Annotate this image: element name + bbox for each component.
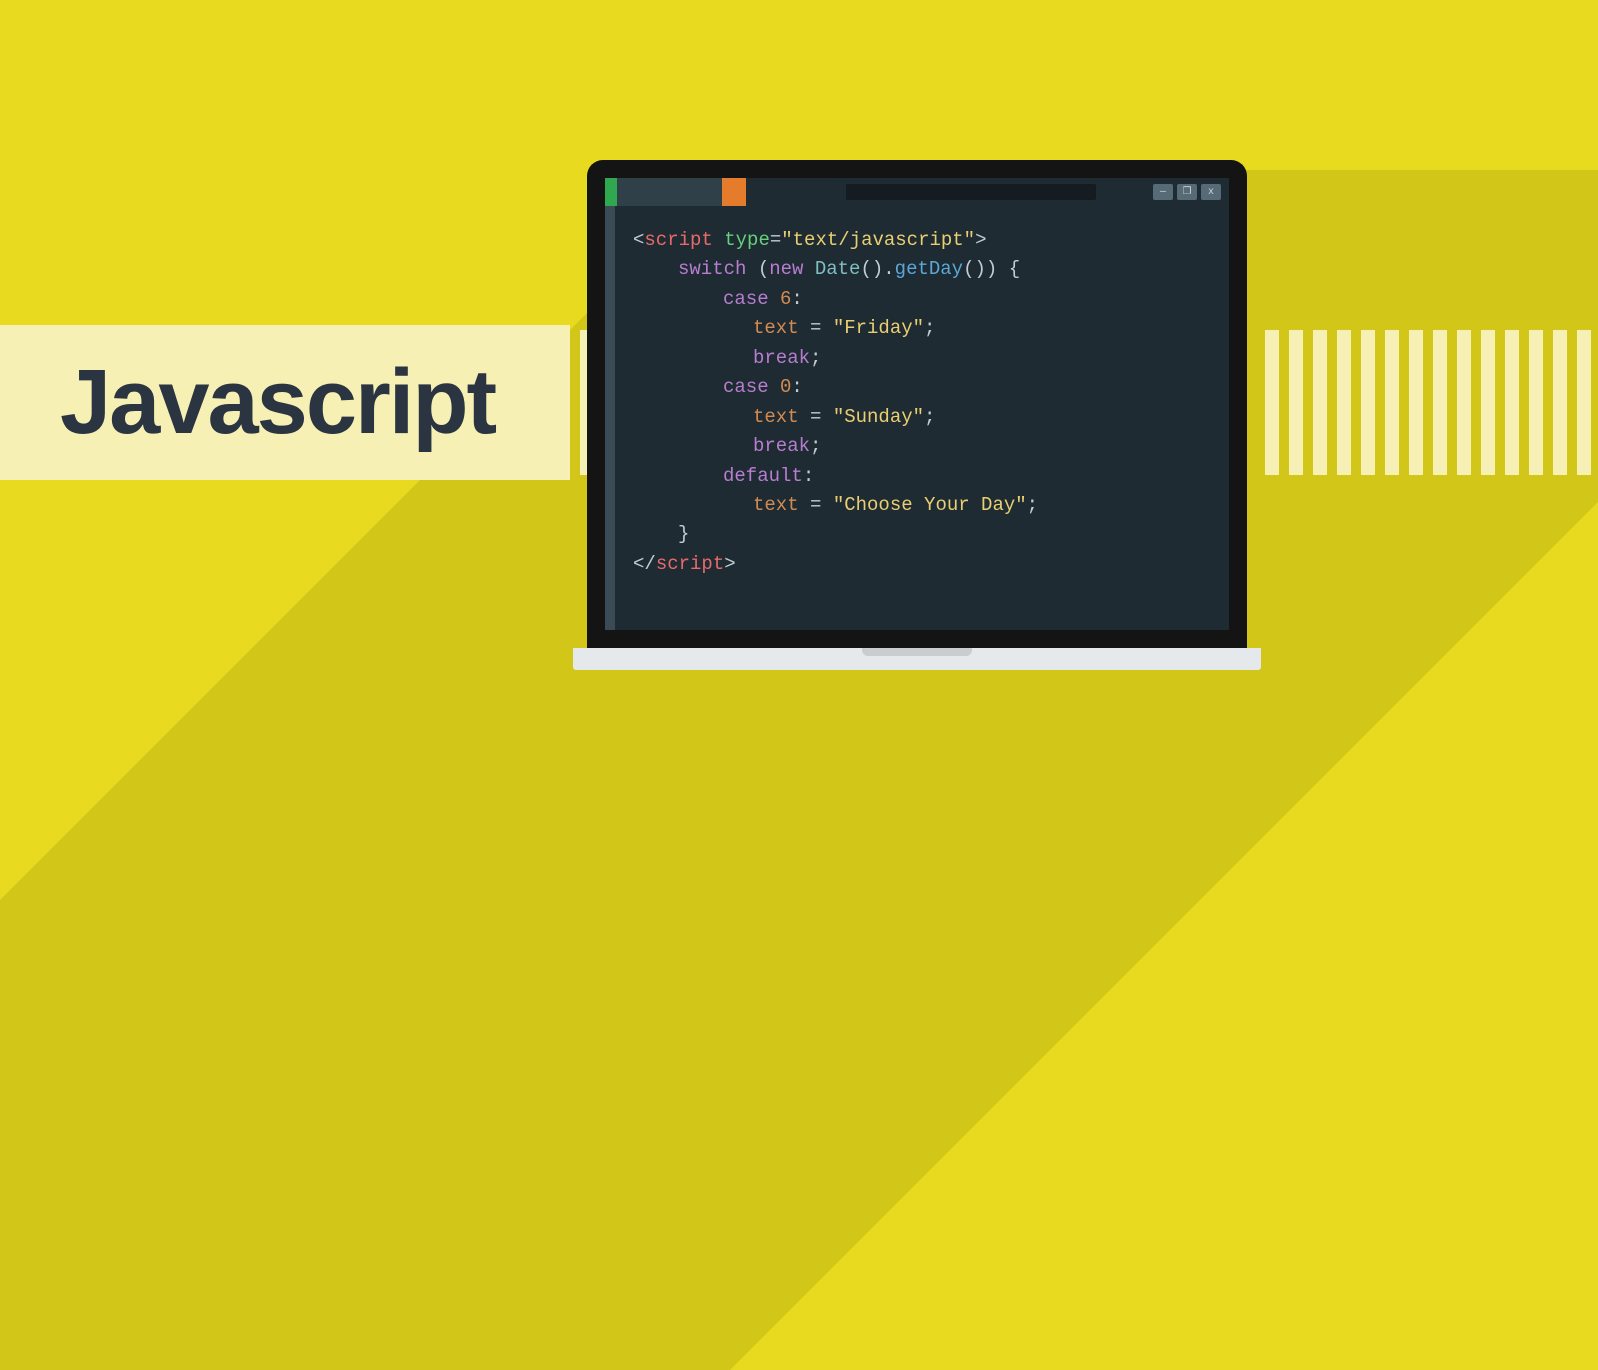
code-token: getDay [895,258,963,280]
code-token: ; [810,435,821,457]
editor-body: <script type="text/javascript"> switch (… [605,206,1229,630]
code-token: : [791,376,802,398]
code-token: type [724,229,770,251]
editor-tab[interactable] [617,178,722,206]
bar [1409,330,1423,475]
bar [1313,330,1327,475]
bar [1529,330,1543,475]
laptop: — ❐ x <script type="text/javascript"> sw… [573,160,1261,670]
code-token: script [656,553,724,575]
code-content: <script type="text/javascript"> switch (… [615,206,1229,630]
bar [1361,330,1375,475]
editor-gutter [605,206,615,630]
code-token: = [799,317,833,339]
code-editor: — ❐ x <script type="text/javascript"> sw… [605,178,1229,630]
code-token: text [753,317,799,339]
code-token: ; [810,347,821,369]
bar [1385,330,1399,475]
code-token: : [803,465,814,487]
code-token: </ [633,553,656,575]
code-token: default [723,465,803,487]
editor-tabs [605,178,746,206]
code-token: ; [924,406,935,428]
code-token: : [791,288,802,310]
code-token: 6 [780,288,791,310]
bar [1289,330,1303,475]
code-token: "Choose Your Day" [833,494,1027,516]
page-title: Javascript [60,350,495,455]
close-button[interactable]: x [1201,184,1221,200]
laptop-base [573,648,1261,670]
code-token: (). [860,258,894,280]
code-token: "Sunday" [833,406,924,428]
tab-indicator [605,178,617,206]
code-token: "text/javascript" [781,229,975,251]
bar [1337,330,1351,475]
minimize-button[interactable]: — [1153,184,1173,200]
code-token: new [769,258,815,280]
code-token: = [770,229,781,251]
bar [1553,330,1567,475]
bar [1505,330,1519,475]
bar [1265,330,1279,475]
laptop-screen-frame: — ❐ x <script type="text/javascript"> sw… [587,160,1247,648]
bar [1457,330,1471,475]
code-token: = [799,406,833,428]
code-token: text [753,406,799,428]
code-token: case [723,288,780,310]
code-token: < [633,229,644,251]
code-token: ; [1027,494,1038,516]
code-token: script [644,229,712,251]
code-token: break [753,347,810,369]
code-token: case [723,376,780,398]
editor-topbar: — ❐ x [605,178,1229,206]
code-token: > [724,553,735,575]
code-token: } [678,523,689,545]
code-token: = [799,494,833,516]
bar [1481,330,1495,475]
code-token: Date [815,258,861,280]
code-token: text [753,494,799,516]
address-bar[interactable] [846,184,1096,200]
maximize-button[interactable]: ❐ [1177,184,1197,200]
decorative-bars-right [1265,330,1591,475]
code-token: switch [678,258,746,280]
bar [1433,330,1447,475]
code-token: break [753,435,810,457]
code-token: ; [924,317,935,339]
code-token: "Friday" [833,317,924,339]
code-token [713,229,724,251]
bar [1577,330,1591,475]
window-controls: — ❐ x [1153,184,1221,200]
code-token: ()) { [963,258,1020,280]
tab-modified-indicator [722,178,746,206]
title-band: Javascript [0,325,570,480]
code-token: 0 [780,376,791,398]
code-token: ( [746,258,769,280]
code-token: > [975,229,986,251]
